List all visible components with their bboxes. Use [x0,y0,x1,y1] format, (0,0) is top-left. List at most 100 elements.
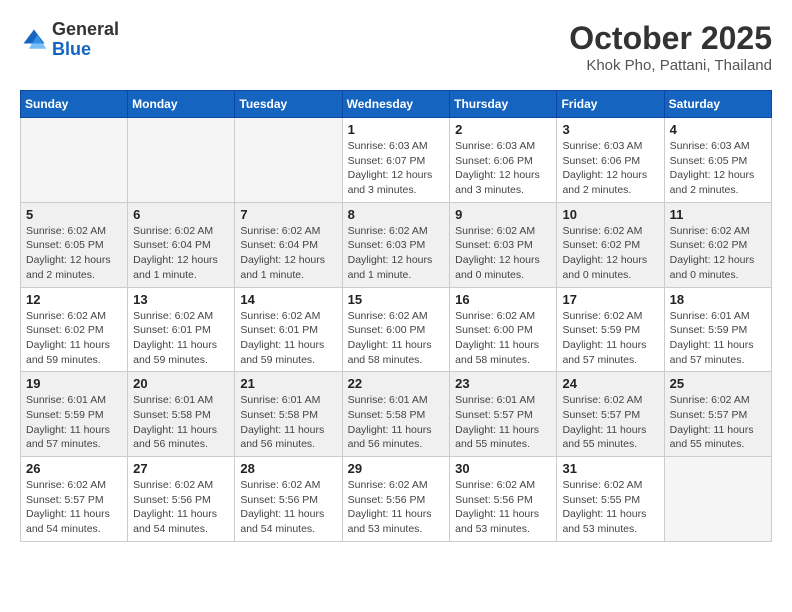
day-info: Sunrise: 6:02 AM Sunset: 6:02 PM Dayligh… [26,309,122,368]
day-number: 18 [670,292,766,307]
logo-text: General Blue [52,20,119,60]
calendar-cell: 15Sunrise: 6:02 AM Sunset: 6:00 PM Dayli… [342,287,450,372]
calendar-cell: 12 Sunrise: 6:02 AM Sunset: 6:02 PM Dayli… [21,287,128,372]
calendar-week-4: 19 Sunrise: 6:01 AM Sunset: 5:59 PM Dayli… [21,372,772,457]
day-number: 7 [240,207,336,222]
day-info: Sunrise: 6:02 AM Sunset: 6:04 PM Dayligh… [133,224,229,283]
location: Khok Pho, Pattani, Thailand [569,57,772,74]
calendar-cell: 25 Sunrise: 6:02 AM Sunset: 5:57 PM Dayli… [664,372,771,457]
day-info: Sunrise: 6:02 AM Sunset: 6:03 PM Dayligh… [455,224,551,283]
day-number: 26 [26,461,122,476]
day-info: Sunrise: 6:02 AM Sunset: 5:57 PM Dayligh… [670,393,766,452]
header-tuesday: Tuesday [235,91,342,118]
day-number: 27 [133,461,229,476]
day-info: Sunrise: 6:02 AM Sunset: 5:59 PM Dayligh… [562,309,658,368]
day-info: Sunrise: 6:02 AM Sunset: 6:01 PM Dayligh… [133,309,229,368]
day-number: 30 [455,461,551,476]
day-info: Sunrise: 6:01 AM Sunset: 5:59 PM Dayligh… [26,393,122,452]
day-number: 16 [455,292,551,307]
calendar-cell: 26 Sunrise: 6:02 AM Sunset: 5:57 PM Dayli… [21,457,128,542]
day-number: 2 [455,122,551,137]
calendar-cell: 18 Sunrise: 6:01 AM Sunset: 5:59 PM Dayli… [664,287,771,372]
day-number: 3 [562,122,658,137]
calendar-cell: 11Sunrise: 6:02 AM Sunset: 6:02 PM Dayli… [664,202,771,287]
day-number: 1 [348,122,445,137]
day-info: Sunrise: 6:02 AM Sunset: 5:56 PM Dayligh… [240,478,336,537]
calendar-cell: 24 Sunrise: 6:02 AM Sunset: 5:57 PM Dayli… [557,372,664,457]
logo-general: General [52,20,119,40]
day-info: Sunrise: 6:03 AM Sunset: 6:06 PM Dayligh… [562,139,658,198]
calendar-cell: 29Sunrise: 6:02 AM Sunset: 5:56 PM Dayli… [342,457,450,542]
page-header: General Blue October 2025 Khok Pho, Patt… [20,20,772,74]
calendar-cell: 20 Sunrise: 6:01 AM Sunset: 5:58 PM Dayli… [128,372,235,457]
day-number: 15 [348,292,445,307]
day-number: 5 [26,207,122,222]
calendar-cell: 13 Sunrise: 6:02 AM Sunset: 6:01 PM Dayli… [128,287,235,372]
calendar-cell: 2 Sunrise: 6:03 AM Sunset: 6:06 PM Daylig… [450,118,557,203]
day-info: Sunrise: 6:03 AM Sunset: 6:05 PM Dayligh… [670,139,766,198]
calendar-week-2: 5Sunrise: 6:02 AM Sunset: 6:05 PM Daylig… [21,202,772,287]
calendar-cell: 3 Sunrise: 6:03 AM Sunset: 6:06 PM Daylig… [557,118,664,203]
day-info: Sunrise: 6:02 AM Sunset: 5:57 PM Dayligh… [26,478,122,537]
day-number: 25 [670,376,766,391]
day-info: Sunrise: 6:02 AM Sunset: 5:57 PM Dayligh… [562,393,658,452]
calendar-cell: 16 Sunrise: 6:02 AM Sunset: 6:00 PM Dayli… [450,287,557,372]
logo-icon [20,26,48,54]
calendar-cell: 10Sunrise: 6:02 AM Sunset: 6:02 PM Dayli… [557,202,664,287]
day-number: 14 [240,292,336,307]
day-number: 8 [348,207,445,222]
header-friday: Friday [557,91,664,118]
calendar-cell: 28 Sunrise: 6:02 AM Sunset: 5:56 PM Dayli… [235,457,342,542]
day-number: 12 [26,292,122,307]
header-sunday: Sunday [21,91,128,118]
calendar-cell: 7 Sunrise: 6:02 AM Sunset: 6:04 PM Daylig… [235,202,342,287]
calendar-cell [128,118,235,203]
calendar-cell: 1 Sunrise: 6:03 AM Sunset: 6:07 PM Daylig… [342,118,450,203]
day-info: Sunrise: 6:02 AM Sunset: 5:55 PM Dayligh… [562,478,658,537]
day-number: 23 [455,376,551,391]
day-info: Sunrise: 6:02 AM Sunset: 6:03 PM Dayligh… [348,224,445,283]
day-number: 22 [348,376,445,391]
calendar-cell: 31 Sunrise: 6:02 AM Sunset: 5:55 PM Dayli… [557,457,664,542]
day-number: 24 [562,376,658,391]
calendar-cell: 9 Sunrise: 6:02 AM Sunset: 6:03 PM Daylig… [450,202,557,287]
calendar-cell: 5Sunrise: 6:02 AM Sunset: 6:05 PM Daylig… [21,202,128,287]
calendar-cell [235,118,342,203]
day-info: Sunrise: 6:01 AM Sunset: 5:58 PM Dayligh… [133,393,229,452]
day-info: Sunrise: 6:02 AM Sunset: 6:01 PM Dayligh… [240,309,336,368]
day-number: 9 [455,207,551,222]
day-info: Sunrise: 6:01 AM Sunset: 5:59 PM Dayligh… [670,309,766,368]
day-info: Sunrise: 6:02 AM Sunset: 5:56 PM Dayligh… [455,478,551,537]
day-info: Sunrise: 6:02 AM Sunset: 6:00 PM Dayligh… [455,309,551,368]
day-info: Sunrise: 6:01 AM Sunset: 5:57 PM Dayligh… [455,393,551,452]
day-number: 17 [562,292,658,307]
day-number: 4 [670,122,766,137]
day-number: 19 [26,376,122,391]
day-number: 29 [348,461,445,476]
day-info: Sunrise: 6:03 AM Sunset: 6:06 PM Dayligh… [455,139,551,198]
calendar-week-5: 26 Sunrise: 6:02 AM Sunset: 5:57 PM Dayli… [21,457,772,542]
day-info: Sunrise: 6:01 AM Sunset: 5:58 PM Dayligh… [240,393,336,452]
calendar-cell: 30 Sunrise: 6:02 AM Sunset: 5:56 PM Dayli… [450,457,557,542]
day-info: Sunrise: 6:03 AM Sunset: 6:07 PM Dayligh… [348,139,445,198]
header-saturday: Saturday [664,91,771,118]
calendar-cell [21,118,128,203]
calendar-cell: 23 Sunrise: 6:01 AM Sunset: 5:57 PM Dayli… [450,372,557,457]
logo-blue: Blue [52,40,119,60]
calendar-cell: 22Sunrise: 6:01 AM Sunset: 5:58 PM Dayli… [342,372,450,457]
day-number: 11 [670,207,766,222]
day-number: 20 [133,376,229,391]
logo: General Blue [20,20,119,60]
calendar-week-1: 1 Sunrise: 6:03 AM Sunset: 6:07 PM Daylig… [21,118,772,203]
calendar-cell: 14 Sunrise: 6:02 AM Sunset: 6:01 PM Dayli… [235,287,342,372]
day-number: 10 [562,207,658,222]
day-number: 13 [133,292,229,307]
day-number: 28 [240,461,336,476]
header-thursday: Thursday [450,91,557,118]
calendar-cell: 4 Sunrise: 6:03 AM Sunset: 6:05 PM Daylig… [664,118,771,203]
title-block: October 2025 Khok Pho, Pattani, Thailand [569,20,772,74]
day-number: 31 [562,461,658,476]
month-title: October 2025 [569,20,772,57]
day-info: Sunrise: 6:02 AM Sunset: 6:04 PM Dayligh… [240,224,336,283]
header-wednesday: Wednesday [342,91,450,118]
